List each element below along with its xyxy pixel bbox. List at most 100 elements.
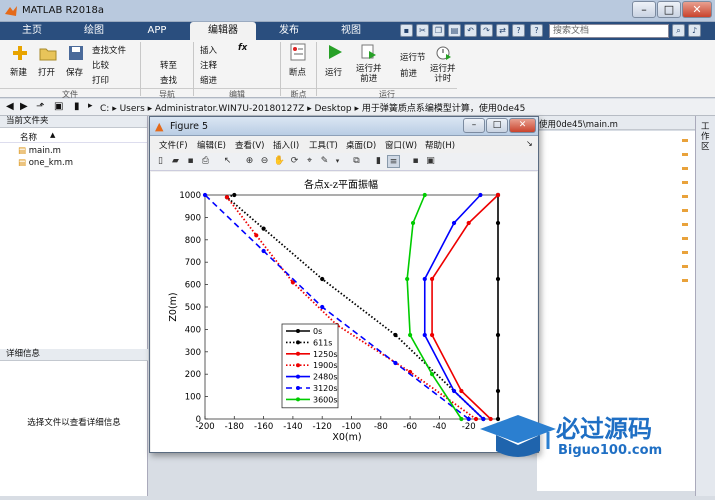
figure-titlebar[interactable]: ▲ Figure 5 – □ ✕ [150, 117, 538, 136]
comment-button[interactable]: 注释 [200, 59, 217, 71]
browse-folder-icon[interactable]: ▣ [54, 101, 63, 112]
menu-edit[interactable]: 编辑(E) [197, 139, 226, 151]
compare-button[interactable]: 比较 [92, 59, 109, 71]
zoom-out-icon[interactable]: ⊖ [258, 155, 271, 168]
legend-entry-label: 611s [313, 338, 332, 347]
y-tick-label: 100 [185, 393, 201, 403]
help-question-icon[interactable]: ? [512, 24, 525, 37]
sort-ascending-icon[interactable]: ▲ [50, 131, 55, 139]
new-button[interactable]: 新建 [10, 66, 27, 78]
current-folder-address-bar[interactable]: ◀ ▶ ⬏ ▣ ▮ ▸ C: ▸ Users ▸ Administrator.W… [0, 99, 715, 116]
breakpoints-button[interactable]: 断点 [289, 66, 306, 78]
figure-close-button[interactable]: ✕ [509, 118, 536, 133]
insert-button[interactable]: 插入 [200, 44, 217, 56]
x-tick-label: -140 [283, 422, 302, 432]
save-button[interactable]: 保存 [66, 66, 83, 78]
brush-dropdown-icon[interactable]: ▾ [331, 155, 344, 168]
paste-icon[interactable]: ▤ [448, 24, 461, 37]
menu-desktop[interactable]: 桌面(D) [346, 139, 376, 151]
forward-arrow-icon[interactable]: ▶ [20, 101, 28, 112]
pointer-icon[interactable]: ↖ [221, 155, 234, 168]
column-name-header[interactable]: 名称 [20, 131, 37, 143]
up-folder-icon[interactable]: ⬏ [36, 101, 44, 112]
file-list-item[interactable]: ▤ main.m [18, 146, 61, 156]
file-list-item[interactable]: ▤ one_km.m [18, 158, 73, 168]
figure-window[interactable]: ▲ Figure 5 – □ ✕ 文件(F) 编辑(E) 查看(V) 插入(I)… [149, 116, 539, 453]
back-arrow-icon[interactable]: ◀ [6, 101, 14, 112]
editor-tab-path[interactable]: 使用0de45\main.m [539, 118, 618, 130]
goto-button[interactable]: 转至 [160, 59, 177, 71]
menu-window[interactable]: 窗口(W) [385, 139, 417, 151]
series-point-1900s [254, 233, 259, 238]
editor-tab-strip: 使用0de45\main.m [537, 116, 695, 130]
print-figure-icon[interactable]: ⎙ [199, 155, 212, 168]
tab-apps[interactable]: APP [128, 22, 186, 40]
menu-insert[interactable]: 插入(I) [273, 139, 299, 151]
cut-icon[interactable]: ✂ [416, 24, 429, 37]
tab-editor[interactable]: 编辑器 [190, 22, 256, 40]
menu-file[interactable]: 文件(F) [159, 139, 188, 151]
new-figure-icon[interactable]: ▯ [154, 155, 167, 168]
help-icon[interactable]: ? [530, 24, 543, 37]
y-tick-label: 1000 [179, 191, 201, 201]
data-cursor-icon[interactable]: ⌖ [303, 155, 316, 168]
switch-windows-icon[interactable]: ⇄ [496, 24, 509, 37]
print-button[interactable]: 打印 [92, 74, 109, 86]
breadcrumb-users[interactable]: Users [120, 104, 145, 114]
colorbar-icon[interactable]: ▮ [372, 155, 385, 168]
maximize-button[interactable]: □ [657, 1, 681, 18]
figure-menubar: 文件(F) 编辑(E) 查看(V) 插入(I) 工具(T) 桌面(D) 窗口(W… [150, 137, 538, 152]
indent-button[interactable]: 缩进 [200, 74, 217, 86]
minimize-button[interactable]: – [632, 1, 656, 18]
run-advance-button[interactable]: 运行并 前进 [356, 64, 382, 84]
x-tick-label: -20 [462, 422, 476, 432]
window-titlebar: MATLAB R2018a – □ ✕ [0, 0, 715, 22]
figure-maximize-button[interactable]: □ [486, 118, 508, 133]
run-and-time-button[interactable]: 运行并 计时 [430, 64, 456, 84]
tab-view[interactable]: 视图 [322, 22, 380, 40]
pan-hand-icon[interactable]: ✋ [273, 155, 286, 168]
open-button[interactable]: 打开 [38, 66, 55, 78]
menu-tools[interactable]: 工具(T) [309, 139, 338, 151]
tab-plots[interactable]: 绘图 [64, 22, 124, 40]
breadcrumb-desktop[interactable]: Desktop [315, 104, 352, 114]
fx-button[interactable]: fx [238, 43, 247, 53]
open-file-icon[interactable]: ▰ [169, 155, 182, 168]
legend-entry-label: 1250s [313, 350, 338, 359]
breadcrumb-project[interactable]: 用于弹簧质点系编模型计算，使用0de45 [362, 104, 525, 114]
save-quick-icon[interactable]: ▪ [400, 24, 413, 37]
show-plot-tools-icon[interactable]: ▣ [424, 155, 437, 168]
breadcrumb-admin[interactable]: Administrator.WIN7U-20180127Z [155, 104, 304, 114]
close-button[interactable]: ✕ [682, 1, 712, 18]
tab-home[interactable]: 主页 [4, 22, 60, 40]
search-icon[interactable]: ⌕ [672, 24, 685, 37]
save-disk-icon [69, 46, 83, 60]
rotate-3d-icon[interactable]: ⟳ [288, 155, 301, 168]
redo-icon[interactable]: ↷ [480, 24, 493, 37]
find-button[interactable]: 查找 [160, 74, 177, 86]
run-button[interactable]: 运行 [325, 66, 342, 78]
figure-minimize-button[interactable]: – [463, 118, 485, 133]
link-plot-icon[interactable]: ⧉ [350, 155, 363, 168]
series-point-0s [495, 332, 501, 338]
breadcrumb-drive[interactable]: C: [100, 104, 109, 114]
notification-bell-icon[interactable]: ♪ [688, 24, 701, 37]
menu-help[interactable]: 帮助(H) [425, 139, 455, 151]
brush-icon[interactable]: ✎ [318, 155, 331, 168]
run-section-button[interactable]: 运行节 [400, 51, 426, 63]
advance-button[interactable]: 前进 [400, 67, 417, 79]
copy-icon[interactable]: ❐ [432, 24, 445, 37]
save-figure-icon[interactable]: ▪ [184, 155, 197, 168]
menu-dock-arrow-icon[interactable]: ↘ [526, 139, 533, 148]
search-docs-input[interactable]: 搜索文档 [549, 24, 669, 38]
menu-view[interactable]: 查看(V) [235, 139, 264, 151]
hide-plot-tools-icon[interactable]: ▪ [409, 155, 422, 168]
tab-publish[interactable]: 发布 [260, 22, 318, 40]
undo-icon[interactable]: ↶ [464, 24, 477, 37]
zoom-in-icon[interactable]: ⊕ [243, 155, 256, 168]
breadcrumb[interactable]: C: ▸ Users ▸ Administrator.WIN7U-2018012… [100, 101, 525, 114]
series-point-1250s [429, 332, 435, 338]
workspace-tab-label: 工作区 [701, 122, 710, 152]
find-files-button[interactable]: 查找文件 [92, 44, 126, 56]
legend-icon[interactable]: ≡ [387, 155, 400, 168]
